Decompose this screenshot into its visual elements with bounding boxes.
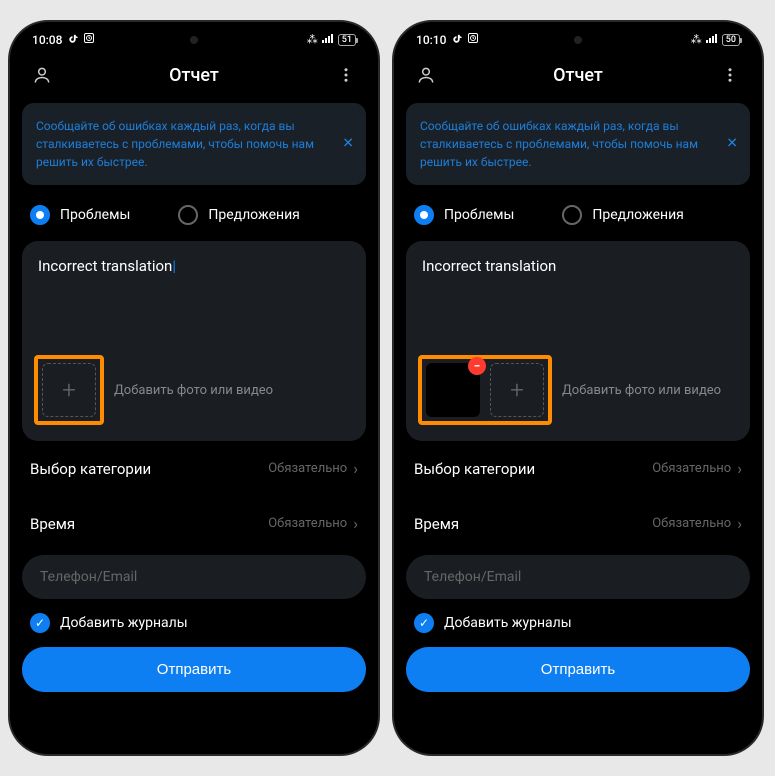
status-time: 10:08 — [32, 33, 62, 47]
battery-icon: 51 — [338, 34, 356, 46]
status-time: 10:10 — [416, 33, 446, 47]
check-icon: ✓ — [414, 613, 434, 633]
radio-label: Предложения — [592, 207, 684, 223]
media-label: Добавить фото или видео — [114, 383, 273, 398]
time-hint: Обязательно — [268, 516, 347, 531]
radio-label: Проблемы — [60, 207, 130, 223]
battery-icon: 50 — [722, 34, 740, 46]
radio-suggestions[interactable]: Предложения — [178, 205, 300, 225]
phone-frame-left: 10:08 ⁂ 51 Отчет Сообщайте об ошибках ка… — [8, 20, 380, 756]
category-hint: Обязательно — [268, 461, 347, 476]
check-icon: ✓ — [30, 613, 50, 633]
remove-attachment-icon[interactable]: − — [468, 357, 486, 375]
category-hint: Обязательно — [652, 461, 731, 476]
description-input[interactable]: Incorrect translation — [422, 257, 734, 347]
time-row[interactable]: Время Обязательно › — [22, 496, 366, 551]
category-label: Выбор категории — [414, 460, 535, 478]
media-attachment[interactable]: − — [426, 363, 480, 417]
profile-icon[interactable] — [30, 63, 54, 87]
time-label: Время — [30, 515, 75, 533]
time-row[interactable]: Время Обязательно › — [406, 496, 750, 551]
camera-notch — [190, 36, 198, 44]
radio-label: Проблемы — [444, 207, 514, 223]
add-media-button[interactable]: + — [42, 363, 96, 417]
radio-icon-checked — [30, 205, 50, 225]
radio-suggestions[interactable]: Предложения — [562, 205, 684, 225]
add-logs-checkbox[interactable]: ✓ Добавить журналы — [406, 599, 750, 643]
highlight-box: + — [34, 355, 104, 425]
media-row: − + Добавить фото или видео — [422, 355, 734, 425]
more-icon[interactable] — [718, 63, 742, 87]
page-title: Отчет — [169, 65, 219, 86]
profile-icon[interactable] — [414, 63, 438, 87]
add-logs-label: Добавить журналы — [60, 615, 188, 631]
signal-icon — [322, 33, 334, 46]
category-label: Выбор категории — [30, 460, 151, 478]
clock-box-icon — [83, 32, 95, 47]
bluetooth-icon: ⁂ — [691, 33, 702, 46]
bluetooth-icon: ⁂ — [307, 33, 318, 46]
description-card: Incorrect translation − + Добавить фото … — [406, 241, 750, 441]
close-icon[interactable]: ✕ — [726, 134, 738, 155]
page-title: Отчет — [553, 65, 603, 86]
radio-icon-unchecked — [178, 205, 198, 225]
add-logs-label: Добавить журналы — [444, 615, 572, 631]
chevron-right-icon: › — [737, 514, 742, 533]
signal-icon — [706, 33, 718, 46]
submit-button[interactable]: Отправить — [22, 647, 366, 692]
radio-problems[interactable]: Проблемы — [30, 205, 130, 225]
contact-input[interactable]: Телефон/Email — [22, 555, 366, 599]
time-label: Время — [414, 515, 459, 533]
radio-label: Предложения — [208, 207, 300, 223]
radio-problems[interactable]: Проблемы — [414, 205, 514, 225]
clock-box-icon — [467, 32, 479, 47]
description-card: Incorrect translation| + Добавить фото и… — [22, 241, 366, 441]
media-row: + Добавить фото или видео — [38, 355, 350, 425]
close-icon[interactable]: ✕ — [342, 134, 354, 155]
more-icon[interactable] — [334, 63, 358, 87]
add-logs-checkbox[interactable]: ✓ Добавить журналы — [22, 599, 366, 643]
info-banner-text: Сообщайте об ошибках каждый раз, когда в… — [420, 119, 698, 169]
submit-button[interactable]: Отправить — [406, 647, 750, 692]
chevron-right-icon: › — [737, 459, 742, 478]
chevron-right-icon: › — [353, 459, 358, 478]
info-banner-text: Сообщайте об ошибках каждый раз, когда в… — [36, 119, 314, 169]
time-hint: Обязательно — [652, 516, 731, 531]
category-row[interactable]: Выбор категории Обязательно › — [406, 441, 750, 496]
contact-input[interactable]: Телефон/Email — [406, 555, 750, 599]
chevron-right-icon: › — [353, 514, 358, 533]
description-input[interactable]: Incorrect translation| — [38, 257, 350, 347]
add-media-button[interactable]: + — [490, 363, 544, 417]
radio-group: Проблемы Предложения — [406, 185, 750, 241]
tiktok-icon — [451, 34, 462, 45]
radio-icon-checked — [414, 205, 434, 225]
radio-group: Проблемы Предложения — [22, 185, 366, 241]
app-bar: Отчет — [10, 51, 378, 103]
tiktok-icon — [67, 34, 78, 45]
app-bar: Отчет — [394, 51, 762, 103]
camera-notch — [574, 36, 582, 44]
text-cursor: | — [172, 257, 176, 275]
phone-frame-right: 10:10 ⁂ 50 Отчет Сообщайте об ошибках ка… — [392, 20, 764, 756]
radio-icon-unchecked — [562, 205, 582, 225]
info-banner: Сообщайте об ошибках каждый раз, когда в… — [22, 103, 366, 185]
info-banner: Сообщайте об ошибках каждый раз, когда в… — [406, 103, 750, 185]
category-row[interactable]: Выбор категории Обязательно › — [22, 441, 366, 496]
media-label: Добавить фото или видео — [562, 383, 721, 398]
highlight-box: − + — [418, 355, 552, 425]
